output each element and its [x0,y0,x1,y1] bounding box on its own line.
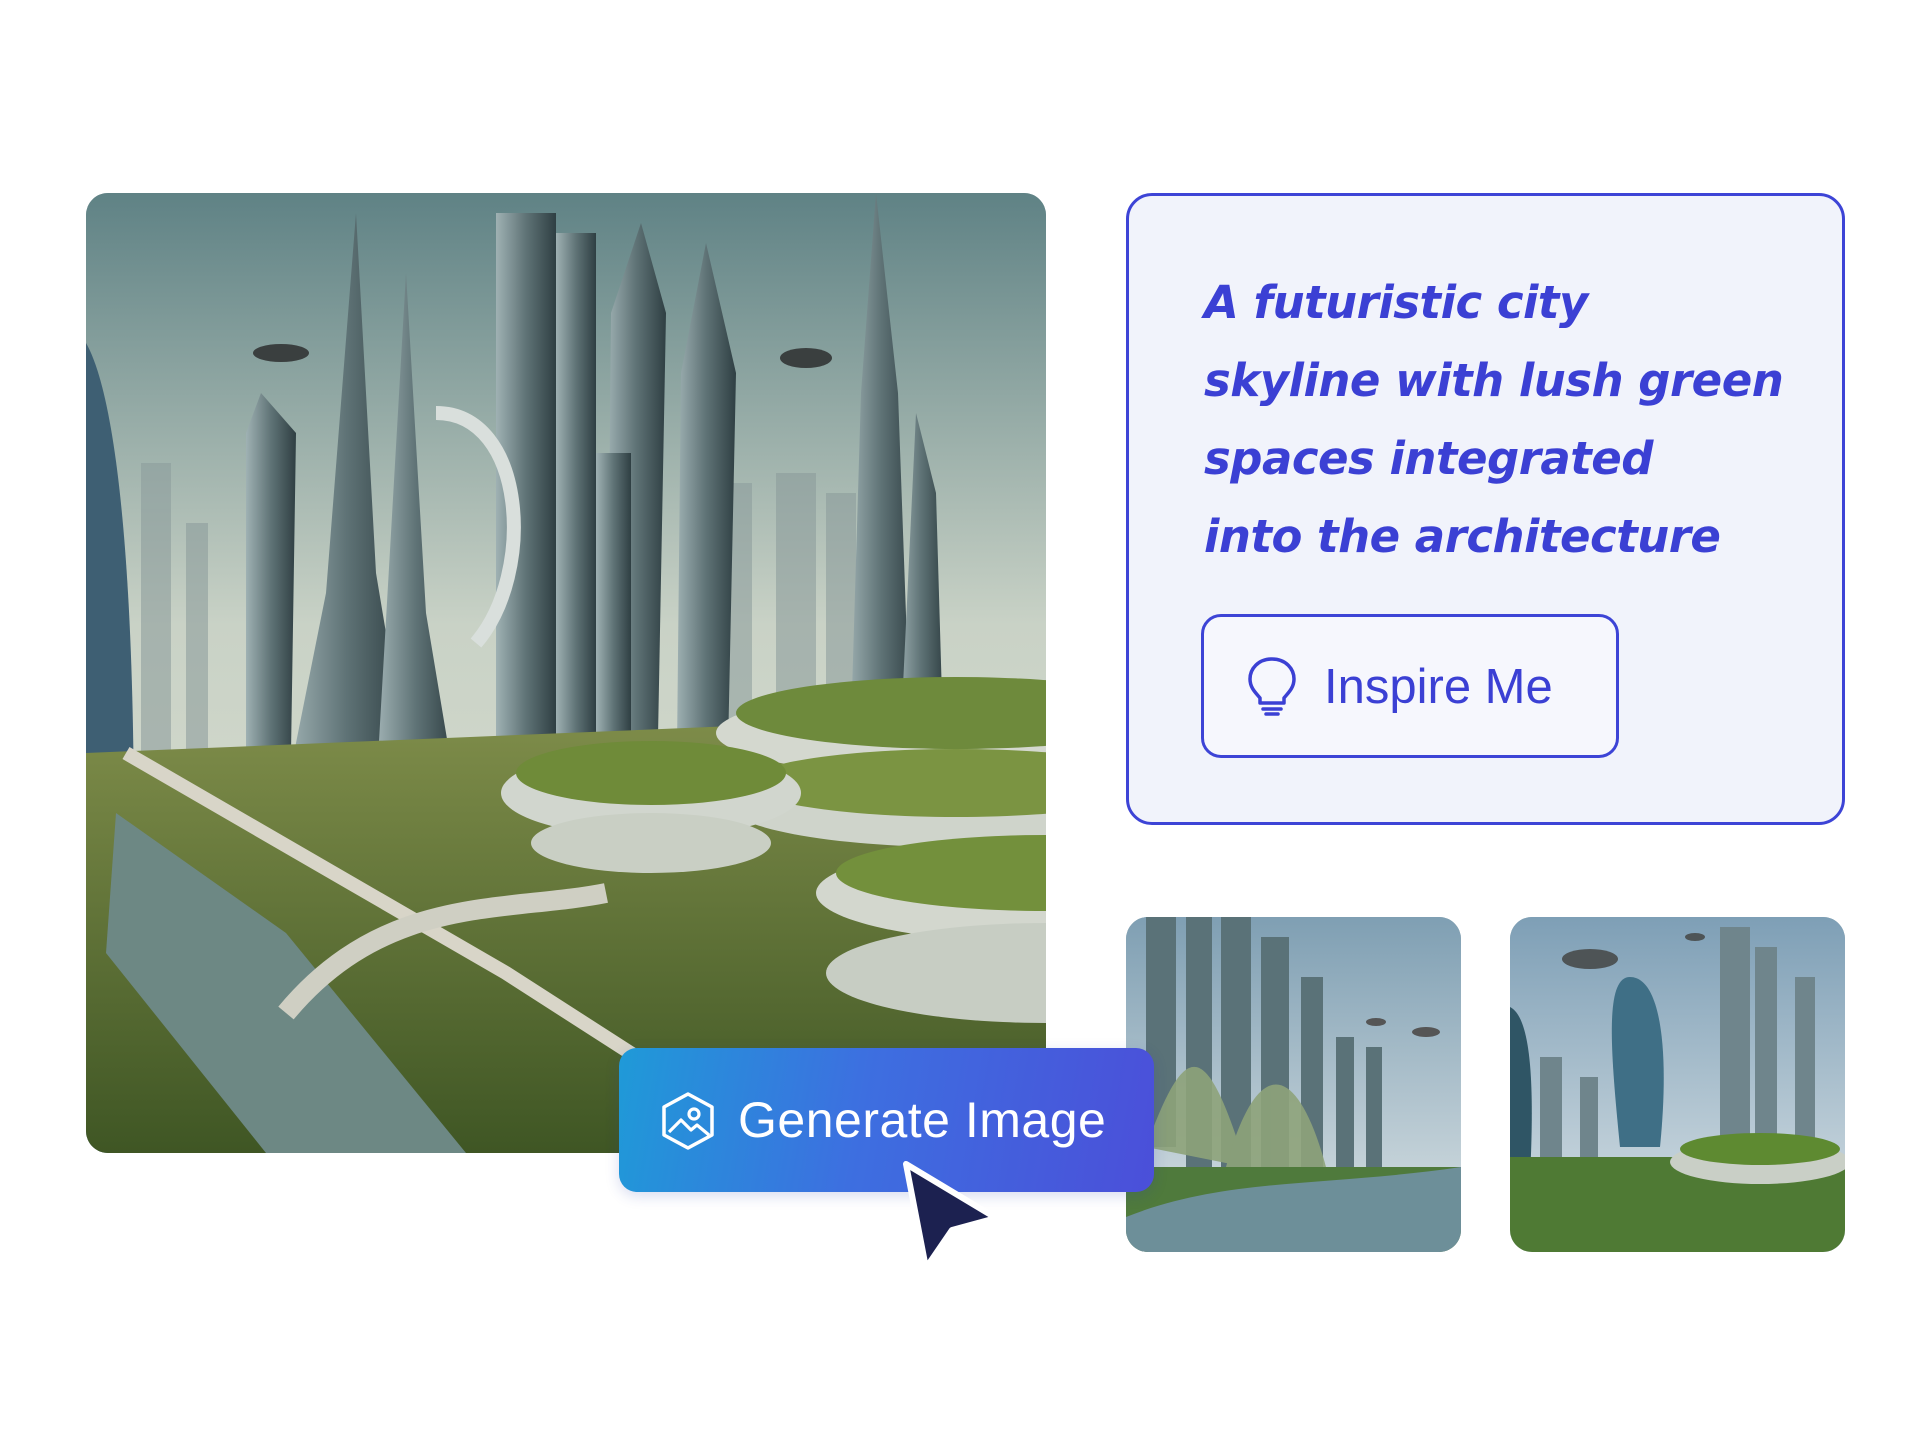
prompt-line: skyline with lush green [1204,354,1784,407]
generated-image-thumbnail[interactable] [1510,917,1845,1252]
futuristic-city-artwork [1126,917,1461,1252]
mouse-pointer-icon [903,1161,999,1271]
prompt-line: A futuristic city [1204,276,1588,329]
generated-image-main [86,193,1046,1153]
prompt-text: A futuristic city skyline with lush gree… [1204,264,1804,576]
lightbulb-icon [1248,657,1296,716]
futuristic-city-artwork [1510,917,1845,1252]
generate-image-button[interactable]: Generate Image [619,1048,1154,1192]
generated-image-thumbnail[interactable] [1126,917,1461,1252]
prompt-card: A futuristic city skyline with lush gree… [1126,193,1845,825]
inspire-me-label: Inspire Me [1324,660,1553,714]
futuristic-city-artwork [86,193,1046,1153]
image-gallery-icon [662,1092,714,1150]
inspire-me-button[interactable]: Inspire Me [1201,614,1619,758]
generate-image-label: Generate Image [738,1092,1107,1148]
prompt-line: into the architecture [1204,510,1721,563]
prompt-line: spaces integrated [1204,432,1654,485]
